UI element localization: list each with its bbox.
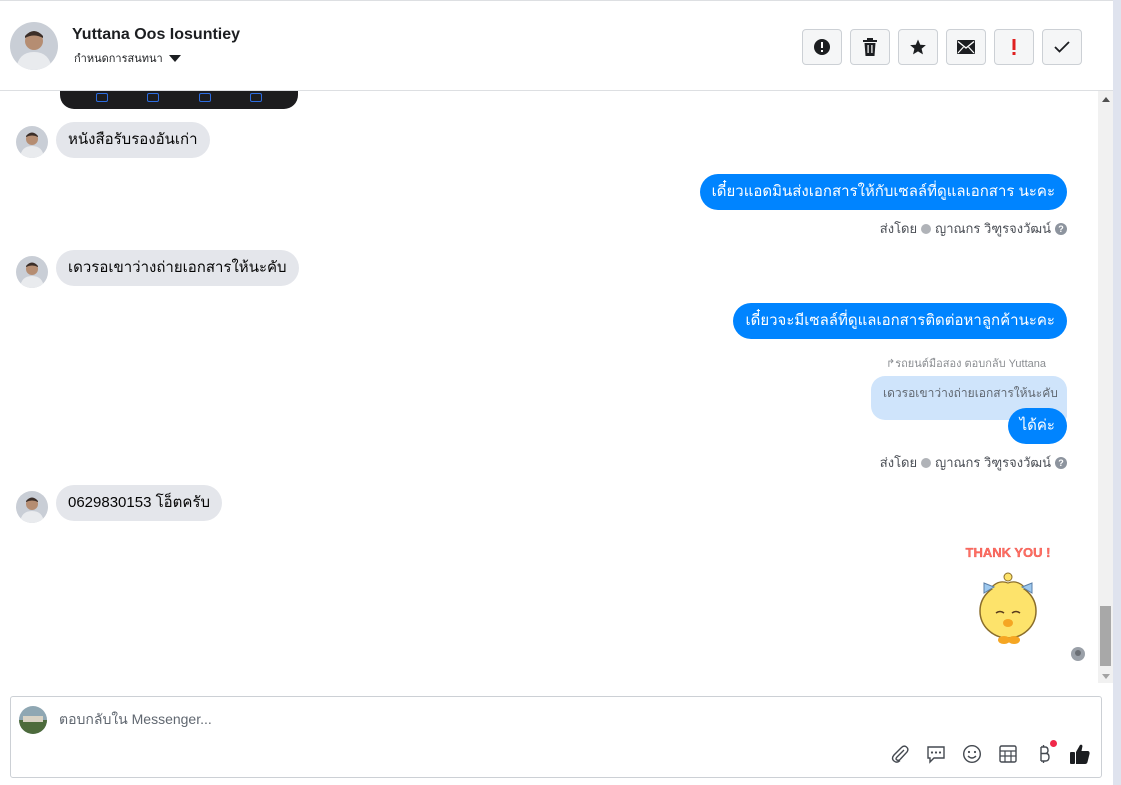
alert-circle-icon xyxy=(814,39,830,55)
paperclip-icon xyxy=(891,745,909,763)
contact-avatar-small xyxy=(16,126,48,158)
message-thread[interactable]: หนังสือรับรองอันเก่า เดี๋ยวแอดมินส่งเอกส… xyxy=(0,91,1098,683)
thank-you-sticker[interactable]: THANK YOU ! xyxy=(958,543,1058,653)
appointment-button[interactable] xyxy=(997,743,1019,765)
conversation-label-dropdown[interactable]: กำหนดการสนทนา xyxy=(74,49,181,67)
notification-dot xyxy=(1050,740,1057,747)
header-toolbar xyxy=(802,29,1082,65)
scroll-down-arrow[interactable] xyxy=(1102,674,1110,679)
contact-avatar-small xyxy=(16,491,48,523)
outgoing-message[interactable]: ได้ค่ะ xyxy=(1007,408,1067,444)
help-icon[interactable]: ? xyxy=(1055,456,1067,469)
reply-input[interactable] xyxy=(59,709,819,729)
trash-icon xyxy=(863,38,877,56)
outgoing-message[interactable]: เดี๋ยวแอดมินส่งเอกสารให้กับเซลล์ที่ดูแลเ… xyxy=(699,174,1067,210)
alert-circle-button[interactable] xyxy=(802,29,842,65)
sent-by-name: ญาณกร วิฑูรจงวัฒน์ xyxy=(935,455,1051,470)
search-icon xyxy=(147,92,160,102)
sent-by-label: ส่งโดย xyxy=(879,455,918,470)
sent-by-name: ญาณกร วิฑูรจงวัฒน์ xyxy=(935,221,1051,236)
page-avatar xyxy=(19,706,47,734)
conversation-header: Yuttana Oos Iosuntiey กำหนดการสนทนา xyxy=(0,0,1113,91)
emoji-icon xyxy=(962,744,982,764)
composer-tools xyxy=(889,740,1091,765)
contact-avatar[interactable] xyxy=(10,22,58,70)
payment-button[interactable] xyxy=(1033,740,1057,765)
thread-scrollbar[interactable] xyxy=(1098,91,1113,683)
saved-replies-button[interactable] xyxy=(925,743,947,765)
outgoing-message[interactable]: เดี๋ยวจะมีเซลล์ที่ดูแลเอกสารติดต่อหาลูกค… xyxy=(733,303,1067,339)
payment-icon xyxy=(1040,745,1050,763)
envelope-icon xyxy=(957,40,975,54)
share-icon xyxy=(95,92,108,102)
scrollbar-thumb[interactable] xyxy=(1100,606,1111,666)
agent-status-icon xyxy=(921,457,932,468)
star-button[interactable] xyxy=(898,29,938,65)
like-icon xyxy=(1070,744,1090,764)
attach-button[interactable] xyxy=(889,743,911,765)
important-button[interactable] xyxy=(994,29,1034,65)
mark-unread-button[interactable] xyxy=(946,29,986,65)
contact-avatar-small xyxy=(16,256,48,288)
page-scrollbar[interactable] xyxy=(1113,0,1121,785)
incoming-message[interactable]: 0629830153 โอ็ตครับ xyxy=(56,485,223,521)
star-icon xyxy=(910,39,926,55)
message-composer xyxy=(10,696,1102,778)
incoming-message[interactable]: หนังสือรับรองอันเก่า xyxy=(56,122,210,158)
scroll-up-arrow[interactable] xyxy=(1102,97,1110,102)
exclamation-icon xyxy=(1012,39,1016,55)
check-icon xyxy=(1054,41,1070,53)
like-button[interactable] xyxy=(1069,743,1091,765)
emoji-button[interactable] xyxy=(961,743,983,765)
keyboard-icon xyxy=(250,92,263,102)
conversation-label-text: กำหนดการสนทนา xyxy=(74,53,163,65)
incoming-message[interactable]: เดวรอเขาว่างถ่ายเอกสารให้นะคับ xyxy=(56,250,299,286)
reply-context: ↱รถยนต์มือสอง ตอบกลับ Yuttana xyxy=(886,358,1046,370)
sent-by-info: ส่งโดย ญาณกร วิฑูรจงวัฒน์ ? xyxy=(880,452,1067,473)
delete-button[interactable] xyxy=(850,29,890,65)
quick-reply-icon xyxy=(927,746,945,764)
agent-status-icon xyxy=(921,223,932,234)
mark-done-button[interactable] xyxy=(1042,29,1082,65)
help-icon[interactable]: ? xyxy=(1055,222,1067,235)
sent-by-label: ส่งโดย xyxy=(879,221,918,236)
sent-by-info: ส่งโดย ญาณกร วิฑูรจงวัฒน์ ? xyxy=(880,218,1067,239)
caret-down-icon xyxy=(168,55,181,62)
appointment-icon xyxy=(999,745,1017,763)
sticker-text: THANK YOU ! xyxy=(966,545,1051,560)
contact-name[interactable]: Yuttana Oos Iosuntiey xyxy=(72,26,240,44)
compass-icon xyxy=(198,92,211,102)
image-attachment-bottom[interactable] xyxy=(60,91,298,109)
seen-indicator-avatar xyxy=(1071,647,1085,661)
